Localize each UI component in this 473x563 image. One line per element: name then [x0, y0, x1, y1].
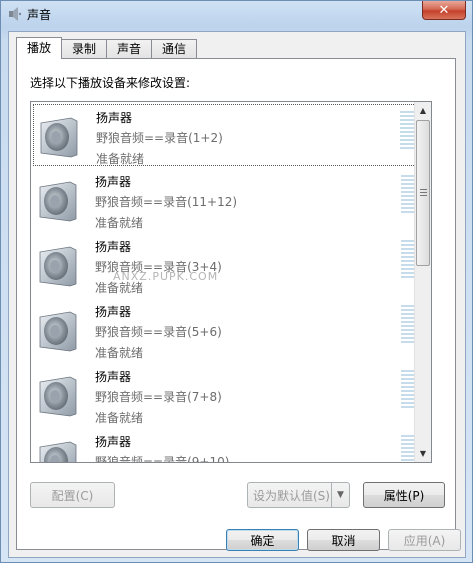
cancel-button[interactable]: 取消 — [307, 529, 380, 551]
device-list-item[interactable]: 扬声器野狼音频==录音(7+8) 准备就绪 — [33, 364, 418, 426]
chevron-down-icon[interactable]: ▼ — [415, 445, 431, 462]
device-name: 扬声器 — [95, 240, 132, 254]
close-icon: ✕ — [438, 2, 450, 18]
sound-dialog: 声音 ✕ 播放 录制 声音 通信 选择以下播放设备来修改设置: 扬声器 野狼音频=… — [0, 0, 473, 563]
device-status: 准备就绪 — [95, 411, 144, 425]
volume-meter — [401, 175, 415, 215]
set-default-button[interactable]: 设为默认值(S) ▼ — [247, 482, 350, 508]
device-status: 准备就绪 — [95, 346, 144, 360]
set-default-label: 设为默认值(S) — [253, 488, 330, 503]
device-name: 扬声器 — [95, 305, 132, 319]
speaker-icon — [40, 117, 78, 158]
device-name: 扬声器 — [95, 175, 132, 189]
speaker-icon — [39, 181, 77, 222]
chevron-up-icon[interactable]: ▲ — [415, 102, 431, 119]
device-description: 野狼音频==录音(1+2) — [96, 131, 223, 145]
thumb-grip — [420, 189, 427, 190]
tab-communications[interactable]: 通信 — [152, 39, 198, 58]
window-title: 声音 — [27, 8, 52, 22]
tab-strip: 播放 录制 声音 通信 — [16, 37, 198, 59]
device-status: 准备就绪 — [95, 216, 144, 230]
speaker-icon — [39, 246, 77, 287]
properties-button[interactable]: 属性(P) — [363, 482, 445, 508]
tab-sounds[interactable]: 声音 — [107, 39, 153, 58]
device-list-item[interactable]: 扬声器野狼音频==录音(11+12) 准备就绪 — [33, 169, 418, 231]
device-name: 扬声器 — [96, 111, 133, 125]
speaker-icon — [39, 311, 77, 352]
tab-panel: 选择以下播放设备来修改设置: 扬声器 野狼音频==录音(1+2) 准备就绪 扬声器 野狼… — [16, 58, 456, 550]
speaker-icon — [9, 7, 22, 21]
volume-meter — [400, 111, 414, 151]
title-bar[interactable]: 声音 ✕ — [1, 1, 472, 29]
tab-recording[interactable]: 录制 — [62, 39, 108, 58]
tab-playback[interactable]: 播放 — [16, 37, 63, 59]
chevron-down-icon[interactable]: ▼ — [331, 483, 349, 507]
device-description: 野狼音频==录音(5+6) — [95, 325, 222, 339]
volume-meter — [401, 435, 415, 462]
volume-meter — [401, 240, 415, 280]
scroll-thumb[interactable] — [416, 120, 430, 266]
device-description: 野狼音频==录音(9+10) — [95, 455, 230, 463]
device-status: 准备就绪 — [96, 152, 145, 166]
device-list-item[interactable]: 扬声器野狼音频==录音(5+6) 准备就绪 — [33, 299, 418, 361]
speaker-icon — [39, 376, 77, 417]
thumb-grip — [420, 192, 427, 193]
volume-meter — [401, 305, 415, 345]
dialog-body: 播放 录制 声音 通信 选择以下播放设备来修改设置: 扬声器野狼音频==录音(1… — [8, 31, 466, 558]
watermark: ANXZ.PUPK.COM — [113, 270, 219, 283]
apply-button[interactable]: 应用(A) — [388, 529, 461, 551]
device-list-item[interactable]: 扬声器 野狼音频==录音(3+4) 准备就绪 — [33, 234, 418, 296]
instruction-label: 选择以下播放设备来修改设置: — [30, 76, 191, 90]
volume-meter — [401, 370, 415, 410]
device-list-item[interactable]: 扬声器野狼音频==录音(1+2) 准备就绪 — [33, 104, 418, 166]
device-name: 扬声器 — [95, 370, 132, 384]
device-description: 野狼音频==录音(7+8) — [95, 390, 222, 404]
vertical-scrollbar[interactable]: ▲ ▼ — [414, 102, 431, 462]
close-button[interactable]: ✕ — [422, 1, 466, 20]
speaker-icon — [39, 441, 77, 462]
configure-button[interactable]: 配置(C) — [30, 482, 115, 508]
device-list-item[interactable]: 扬声器野狼音频==录音(9+10) — [33, 429, 418, 463]
device-description: 野狼音频==录音(11+12) — [95, 195, 238, 209]
device-name: 扬声器 — [95, 435, 132, 449]
ok-button[interactable]: 确定 — [226, 529, 299, 551]
device-list[interactable]: 扬声器 野狼音频==录音(1+2) 准备就绪 扬声器 野狼音频==录音(11+12) 准备… — [30, 101, 432, 463]
thumb-grip — [420, 195, 427, 196]
